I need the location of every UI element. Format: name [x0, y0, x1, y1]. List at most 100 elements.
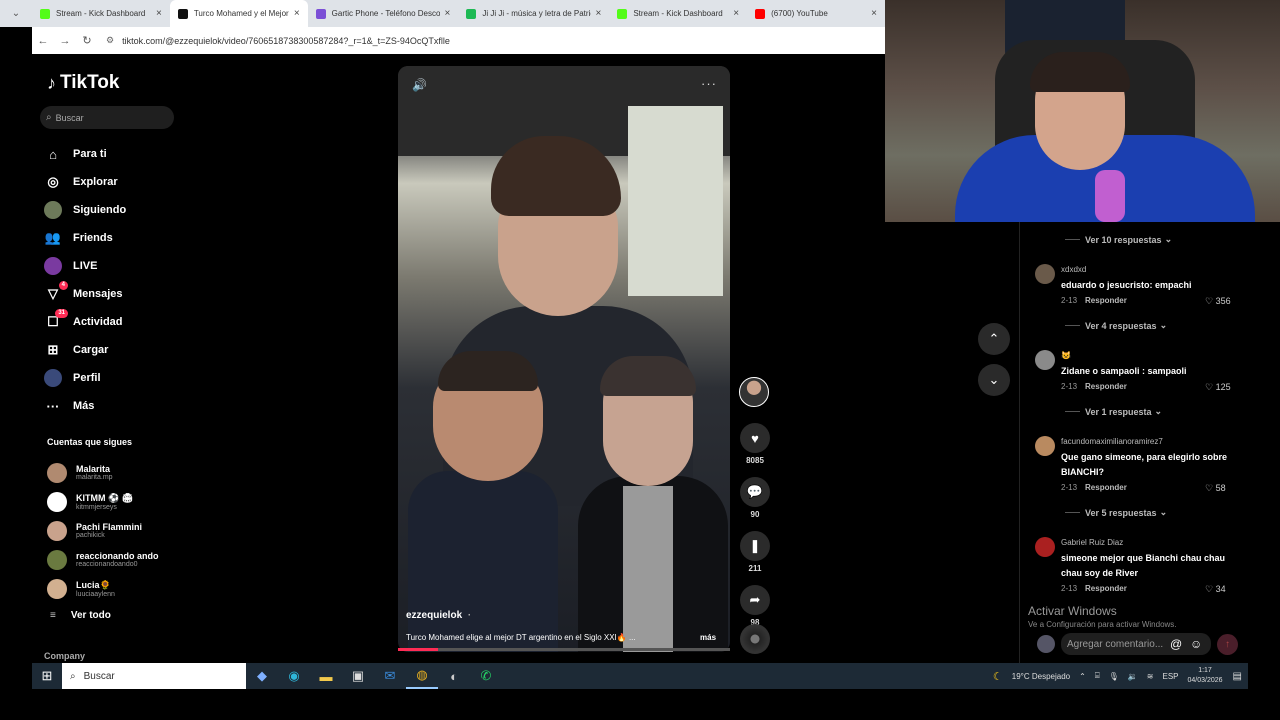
tray-chevron-icon[interactable]: ⌃	[1079, 672, 1086, 681]
store-icon[interactable]: ▣	[342, 663, 374, 689]
comment-avatar[interactable]	[1035, 350, 1055, 370]
browser-tab[interactable]: Stream - Kick Dashboard ×	[32, 0, 170, 27]
tab-search-button[interactable]: ⌄	[0, 0, 32, 27]
mail-icon[interactable]: ✉	[374, 663, 406, 689]
next-video-button[interactable]: ⌄	[978, 364, 1010, 396]
windows-start-icon[interactable]: ⊞	[32, 668, 62, 684]
notifications-icon[interactable]: ▤	[1233, 671, 1242, 682]
forward-icon[interactable]: →	[54, 35, 76, 47]
company-link[interactable]: Company	[44, 651, 85, 661]
url-field[interactable]: ⚙ tiktok.com/@ezzequielok/video/76065187…	[106, 29, 885, 52]
description-more-button[interactable]: más	[700, 633, 716, 642]
taskbar-search[interactable]: ⌕ Buscar	[62, 663, 246, 689]
copilot-icon[interactable]: ◆	[246, 663, 278, 689]
tab-close-icon[interactable]: ×	[871, 8, 877, 19]
view-replies-link[interactable]: Ver 1 respuesta ⌄	[1065, 406, 1162, 417]
network-icon[interactable]: ⌸	[1095, 671, 1100, 681]
browser-tab[interactable]: Turco Mohamed y el Mejor ×	[169, 0, 308, 27]
speaker-icon[interactable]: 🔉	[1128, 672, 1138, 681]
comment-username[interactable]: facundomaximilianoramirez7	[1061, 437, 1163, 446]
comment-avatar[interactable]	[1035, 537, 1055, 557]
add-comment-input[interactable]: Agregar comentario...	[1061, 633, 1211, 655]
music-disc-icon[interactable]	[740, 624, 770, 654]
previous-video-button[interactable]: ⌃	[978, 323, 1010, 355]
more-options-icon[interactable]: ···	[701, 76, 717, 91]
reply-button[interactable]: Responder	[1085, 483, 1127, 492]
sidebar-item-perfil[interactable]: Perfil	[44, 364, 184, 392]
taskbar-search-icon: ⌕	[70, 670, 76, 682]
comment-action[interactable]: 💬 90	[739, 477, 771, 519]
comment-like[interactable]: ♡ 58	[1205, 483, 1226, 494]
comment-like[interactable]: ♡ 125	[1205, 382, 1231, 393]
comment-like[interactable]: ♡ 34	[1205, 584, 1226, 595]
obs-icon[interactable]: ◐	[438, 663, 470, 689]
tab-close-icon[interactable]: ×	[595, 8, 601, 19]
chrome-icon[interactable]: ◍	[406, 663, 438, 689]
language-indicator[interactable]: ESP	[1162, 672, 1178, 681]
sidebar-item-más[interactable]: ··· Más	[44, 392, 184, 420]
back-icon[interactable]: ←	[32, 35, 54, 47]
following-item[interactable]: Pachi Flammini pachikick	[47, 516, 187, 545]
tab-close-icon[interactable]: ×	[156, 8, 162, 19]
tab-close-icon[interactable]: ×	[294, 8, 300, 19]
video-progress-bar[interactable]	[398, 648, 730, 651]
emoji-icon[interactable]: ☺	[1190, 637, 1202, 651]
search-input[interactable]: ⌕ Buscar	[40, 106, 174, 129]
heart-icon[interactable]: ♥	[740, 423, 770, 453]
sidebar-item-para-ti[interactable]: ⌂ Para ti	[44, 140, 184, 168]
share-icon[interactable]: ➦	[740, 585, 770, 615]
file-explorer-icon[interactable]: ▬	[310, 663, 342, 689]
whatsapp-icon[interactable]: ✆	[470, 663, 502, 689]
mic-icon[interactable]: 🎙	[1109, 672, 1119, 681]
browser-tab[interactable]: (6700) YouTube ×	[747, 0, 885, 27]
sidebar-item-live[interactable]: LIVE	[44, 252, 184, 280]
following-item[interactable]: KITMM ⚽ 🏟 kitmmjerseys	[47, 487, 187, 516]
following-item[interactable]: Malarita malarita.mp	[47, 458, 187, 487]
tab-title: Turco Mohamed y el Mejor	[193, 9, 289, 18]
reply-button[interactable]: Responder	[1085, 296, 1127, 305]
video-username[interactable]: ezzequielok ·	[406, 610, 471, 621]
comment-avatar[interactable]	[1035, 264, 1055, 284]
sidebar-item-cargar[interactable]: ⊞ Cargar	[44, 336, 184, 364]
comment-icon[interactable]: 💬	[740, 477, 770, 507]
following-item[interactable]: Lucia🌻 luuciaaylenn	[47, 574, 187, 603]
browser-tab[interactable]: Stream - Kick Dashboard ×	[609, 0, 747, 27]
creator-avatar[interactable]	[739, 377, 769, 407]
view-replies-link[interactable]: Ver 4 respuestas ⌄	[1065, 320, 1167, 331]
comment-like[interactable]: ♡ 356	[1205, 296, 1231, 307]
comment-username[interactable]: xdxdxd	[1061, 265, 1086, 274]
share-action[interactable]: ➦ 98	[739, 585, 771, 627]
wifi-icon[interactable]: ≋	[1147, 672, 1154, 681]
send-comment-button[interactable]: ↑	[1217, 634, 1238, 655]
comment-avatar[interactable]	[1035, 436, 1055, 456]
browser-tab[interactable]: Ji Ji Ji - música y letra de Patric ×	[458, 0, 609, 27]
bookmark-icon[interactable]: ❚	[740, 531, 770, 561]
see-all-link[interactable]: ≡ Ver todo	[50, 610, 111, 621]
weather-text[interactable]: 19°C Despejado	[1012, 672, 1070, 681]
comment-username[interactable]: Gabriel Ruiz Diaz	[1061, 538, 1123, 547]
save-action[interactable]: ❚ 211	[739, 531, 771, 573]
like-action[interactable]: ♥ 8085	[739, 423, 771, 465]
view-replies-link[interactable]: Ver 5 respuestas ⌄	[1065, 507, 1167, 518]
volume-icon[interactable]: 🔊	[412, 78, 427, 92]
view-replies-link[interactable]: Ver 10 respuestas ⌄	[1065, 234, 1172, 245]
sidebar-item-explorar[interactable]: ◎ Explorar	[44, 168, 184, 196]
following-item[interactable]: reaccionando ando reaccionandoando0	[47, 545, 187, 574]
mention-icon[interactable]: @	[1170, 637, 1182, 651]
sidebar-item-siguiendo[interactable]: Siguiendo	[44, 196, 184, 224]
tab-close-icon[interactable]: ×	[733, 8, 739, 19]
sidebar-item-mensajes[interactable]: ▽ 4 Mensajes	[44, 280, 184, 308]
tab-close-icon[interactable]: ×	[444, 8, 450, 19]
clock[interactable]: 1:17 04/03/2026	[1188, 666, 1223, 686]
video-player[interactable]	[398, 66, 730, 652]
sidebar-item-friends[interactable]: 👥 Friends	[44, 224, 184, 252]
reload-icon[interactable]: ↻	[76, 34, 98, 47]
reply-button[interactable]: Responder	[1085, 584, 1127, 593]
comment-username[interactable]: 😺	[1061, 351, 1071, 360]
browser-tab[interactable]: Gartic Phone - Teléfono Desco ×	[308, 0, 459, 27]
edge-icon[interactable]: ◉	[278, 663, 310, 689]
tiktok-logo[interactable]: ♪ TikTok	[47, 72, 119, 94]
sidebar-item-actividad[interactable]: ☐ 31 Actividad	[44, 308, 184, 336]
site-info-icon[interactable]: ⚙	[106, 35, 114, 46]
reply-button[interactable]: Responder	[1085, 382, 1127, 391]
